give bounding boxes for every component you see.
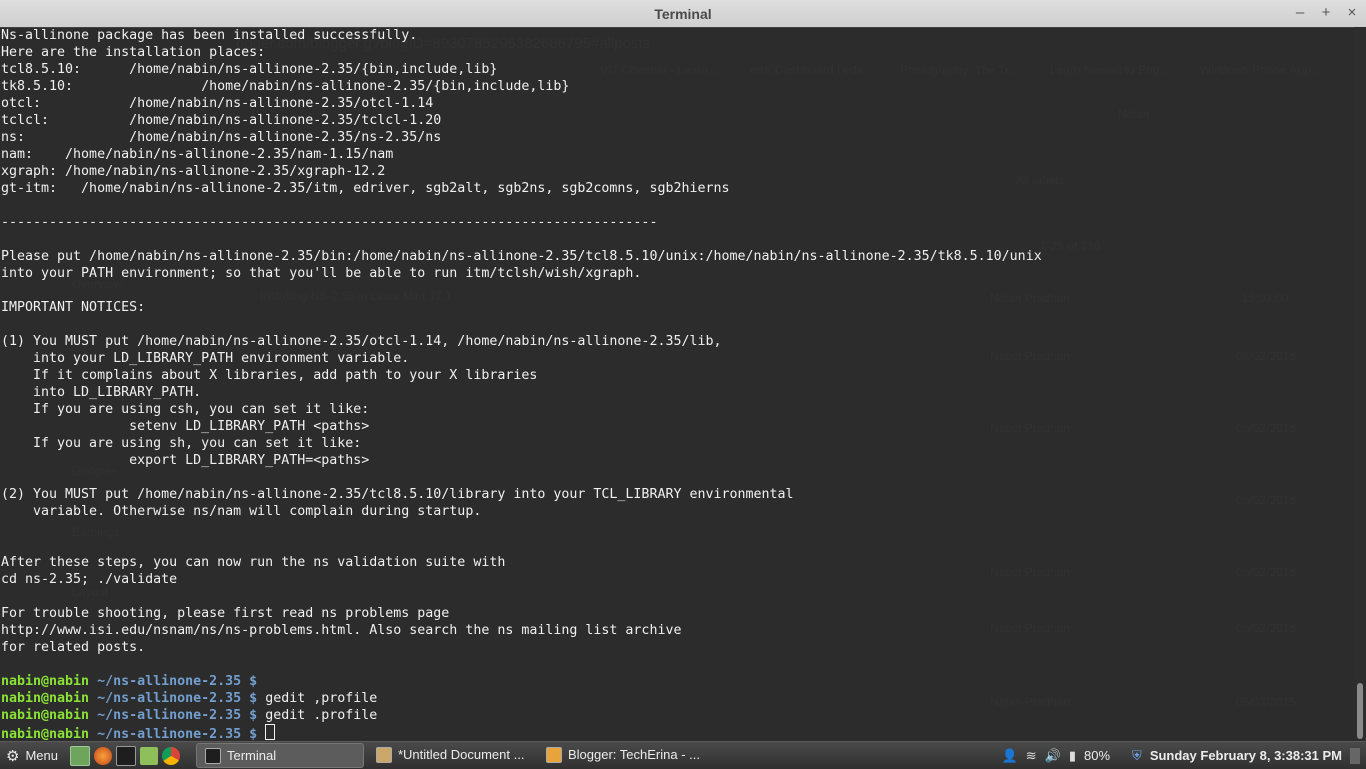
battery-percent: 80% [1084, 748, 1111, 763]
terminal-line: setenv LD_LIBRARY_PATH <paths> [1, 419, 370, 434]
prompt-user: nabin@nabin [1, 727, 90, 741]
gear-icon: ⚙ [6, 747, 20, 765]
prompt-line: nabin@nabin ~/ns-allinone-2.35 $ [1, 673, 1042, 690]
desktop-corner-icon[interactable] [1350, 747, 1360, 764]
terminal-lines: Ns-allinone package has been installed s… [1, 27, 1042, 741]
terminal-line: for related posts. [1, 640, 146, 655]
terminal-line: If you are using sh, you can set it like… [1, 436, 362, 451]
prompt-path: ~/ns-allinone-2.35 $ [97, 691, 258, 706]
text-cursor [265, 724, 276, 740]
terminal-line: into LD_LIBRARY_PATH. [1, 385, 202, 400]
terminal-line: After these steps, you can now run the n… [1, 555, 506, 570]
terminal-line: Here are the installation places: [1, 45, 266, 60]
wifi-icon[interactable]: ≋ [1026, 748, 1037, 764]
taskbar-task[interactable]: *Untitled Document ... [368, 743, 534, 766]
task-app-icon [375, 746, 392, 763]
show-desktop-icon[interactable] [69, 745, 90, 766]
task-label: Blogger: TechErina - ... [567, 747, 700, 762]
menu-label: Menu [25, 748, 58, 763]
terminal-line: (2) You MUST put /home/nabin/ns-allinone… [1, 487, 794, 502]
terminal-line: into your LD_LIBRARY_PATH environment va… [1, 351, 410, 366]
prompt-command [257, 727, 265, 741]
prompt-user: nabin@nabin [1, 674, 90, 689]
prompt-command: gedit .profile [257, 708, 378, 723]
terminal-output[interactable]: Ns-allinone package has been installed s… [0, 27, 1354, 741]
files-icon[interactable] [139, 746, 158, 765]
terminal-line: into your PATH environment; so that you'… [1, 266, 642, 281]
window-title: Terminal [654, 5, 712, 22]
terminal-line: otcl: /home/nabin/ns-allinone-2.35/otcl-… [1, 96, 434, 111]
shield-icon[interactable]: ⛨ [1132, 748, 1142, 764]
terminal-line: export LD_LIBRARY_PATH=<paths> [1, 453, 370, 468]
maximize-button[interactable]: + [1320, 3, 1332, 23]
terminal-line: IMPORTANT NOTICES: [1, 300, 146, 315]
scrollbar-thumb[interactable] [1357, 683, 1363, 739]
terminal-line: ns: /home/nabin/ns-allinone-2.35/ns-2.35… [1, 130, 442, 145]
terminal-line: If it complains about X libraries, add p… [1, 368, 538, 383]
chrome-icon[interactable] [161, 746, 180, 765]
terminal-line: tclcl: /home/nabin/ns-allinone-2.35/tclc… [1, 113, 442, 128]
window-controls: – + × [1294, 3, 1358, 23]
terminal-launcher-icon[interactable] [115, 745, 136, 766]
terminal-line: tk8.5.10: /home/nabin/ns-allinone-2.35/{… [1, 79, 570, 94]
taskbar-task[interactable]: Terminal [195, 743, 364, 768]
terminal-line: nam: /home/nabin/ns-allinone-2.35/nam-1.… [1, 147, 394, 162]
minimize-button[interactable]: – [1294, 3, 1306, 23]
terminal-line: Please put /home/nabin/ns-allinone-2.35/… [1, 249, 1042, 264]
terminal-line: gt-itm: /home/nabin/ns-allinone-2.35/itm… [1, 181, 730, 196]
task-app-icon [545, 746, 562, 763]
prompt-line: nabin@nabin ~/ns-allinone-2.35 $ gedit .… [1, 707, 1042, 724]
menu-button[interactable]: ⚙ Menu [0, 742, 68, 769]
prompt-user: nabin@nabin [1, 691, 90, 706]
terminal-line: xgraph: /home/nabin/ns-allinone-2.35/xgr… [1, 164, 386, 179]
clock[interactable]: Sunday February 8, 3:38:31 PM [1150, 748, 1342, 763]
terminal-line: ----------------------------------------… [1, 215, 658, 230]
terminal-line: (1) You MUST put /home/nabin/ns-allinone… [1, 334, 722, 349]
prompt-path: ~/ns-allinone-2.35 $ [97, 708, 258, 723]
terminal-line: tcl8.5.10: /home/nabin/ns-allinone-2.35/… [1, 62, 498, 77]
terminal-line: For trouble shooting, please first read … [1, 606, 450, 621]
terminal-scrollbar[interactable] [1354, 27, 1366, 741]
prompt-path: ~/ns-allinone-2.35 $ [97, 727, 258, 741]
task-label: *Untitled Document ... [397, 747, 525, 762]
prompt-path: ~/ns-allinone-2.35 $ [97, 674, 258, 689]
terminal-line: http://www.isi.edu/nsnam/ns/ns-problems.… [1, 623, 682, 638]
volume-icon[interactable]: 🔊 [1045, 748, 1061, 764]
prompt-user: nabin@nabin [1, 708, 90, 723]
task-label: Terminal [226, 748, 277, 763]
taskbar-task[interactable]: Blogger: TechErina - ... [538, 743, 704, 766]
prompt-line: nabin@nabin ~/ns-allinone-2.35 $ gedit ,… [1, 690, 1042, 707]
task-list: Terminal *Untitled Document ... Blogger: T… [192, 743, 704, 768]
firefox-icon[interactable] [93, 746, 112, 765]
close-button[interactable]: × [1346, 3, 1358, 23]
terminal-line: cd ns-2.35; ./validate [1, 572, 178, 587]
user-icon[interactable]: 👤 [1002, 748, 1018, 764]
battery-icon[interactable]: ▮ [1069, 748, 1076, 764]
window-titlebar[interactable]: Terminal – + × [0, 0, 1366, 28]
prompt-line: nabin@nabin ~/ns-allinone-2.35 $ [1, 724, 1042, 741]
terminal-line: Ns-allinone package has been installed s… [1, 28, 418, 43]
task-app-icon [204, 747, 221, 764]
taskbar: ⚙ Menu Terminal *Untitled Document ... Blo… [0, 741, 1366, 769]
terminal-line: If you are using csh, you can set it lik… [1, 402, 370, 417]
system-tray: 👤 ≋ 🔊 ▮ 80% ⛨ Sunday February 8, 3:38:31… [1002, 742, 1366, 769]
terminal-line: variable. Otherwise ns/nam will complain… [1, 504, 482, 519]
prompt-command: gedit ,profile [257, 691, 378, 706]
